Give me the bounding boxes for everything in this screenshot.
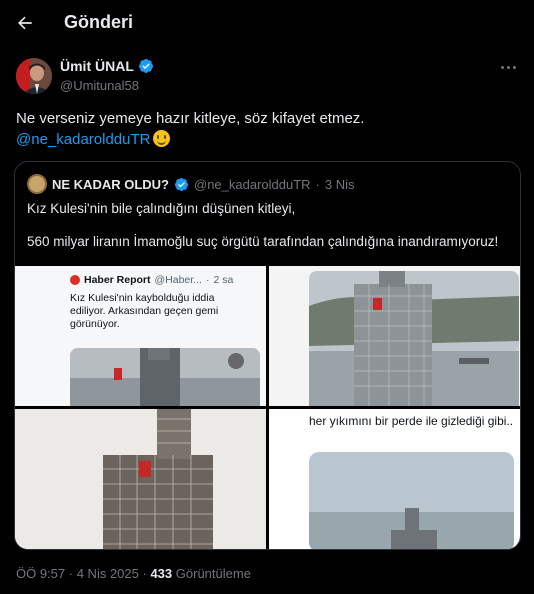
post-time[interactable]: ÖÖ 9:57 bbox=[16, 566, 65, 581]
post-text: Ne verseniz yemeye hazır kitleye, söz ki… bbox=[16, 108, 516, 150]
separator-dot: · bbox=[315, 176, 320, 192]
author-name[interactable]: Ümit ÜNAL bbox=[60, 58, 134, 74]
back-button[interactable] bbox=[14, 12, 36, 34]
author-avatar[interactable] bbox=[16, 58, 52, 94]
quoted-author-name: NE KADAR OLDU? bbox=[52, 176, 169, 192]
embedded-source-time: 2 sa bbox=[213, 274, 234, 286]
media-image-3[interactable] bbox=[15, 409, 266, 549]
post-date[interactable]: 4 Nis 2025 bbox=[77, 566, 139, 581]
views-count: 433 bbox=[150, 566, 173, 581]
tower-photo-image bbox=[309, 452, 514, 549]
views-label: Görüntüleme bbox=[175, 566, 251, 581]
post-meta: ÖÖ 9:57 · 4 Nis 2025 · 433 Görüntüleme bbox=[16, 566, 251, 581]
media-grid: Haber Report @Haber... · 2 sa Kız Kulesi… bbox=[15, 266, 520, 549]
embedded-post-text: Kız Kulesi'nin kaybolduğu iddia ediliyor… bbox=[70, 292, 219, 330]
mention-link[interactable]: @ne_kadaroldduTR bbox=[16, 131, 150, 148]
top-bar: Gönderi bbox=[0, 0, 534, 46]
media-image-4[interactable]: her yıkımını bir perde ile gizlediği gib… bbox=[269, 409, 520, 549]
smiling-face-emoji-icon bbox=[153, 130, 171, 147]
quoted-post-header: NE KADAR OLDU? @ne_kadaroldduTR · 3 Nis bbox=[27, 174, 355, 194]
source-logo-icon bbox=[70, 275, 80, 285]
quoted-post[interactable]: NE KADAR OLDU? @ne_kadaroldduTR · 3 Nis … bbox=[14, 161, 521, 550]
more-options-button[interactable] bbox=[498, 60, 518, 74]
arrow-left-icon bbox=[18, 16, 32, 30]
quoted-post-time: 3 Nis bbox=[324, 176, 355, 192]
image-caption-text: her yıkımını bir perde ile gizlediği gib… bbox=[309, 414, 514, 428]
author-name-row: Ümit ÜNAL bbox=[60, 58, 154, 74]
quoted-author-avatar bbox=[27, 174, 47, 194]
verified-badge-icon bbox=[138, 59, 153, 73]
embedded-source-name: Haber Report bbox=[84, 274, 151, 286]
author-handle[interactable]: @Umitunal58 bbox=[60, 78, 139, 93]
quoted-paragraph-1: Kız Kulesi'nin bile çalındığını düşünen … bbox=[27, 201, 296, 216]
quoted-author-handle: @ne_kadaroldduTR bbox=[194, 176, 311, 192]
post-text-line: Ne verseniz yemeye hazır kitleye, söz ki… bbox=[16, 110, 365, 127]
quoted-post-text: Kız Kulesi'nin bile çalındığını düşünen … bbox=[27, 200, 517, 251]
page-title: Gönderi bbox=[64, 12, 134, 32]
embedded-source-handle: @Haber... bbox=[154, 274, 202, 286]
embedded-post-header: Haber Report @Haber... · 2 sa bbox=[70, 274, 265, 286]
verified-badge-icon bbox=[174, 177, 189, 191]
embedded-post-card: Haber Report @Haber... · 2 sa Kız Kulesi… bbox=[70, 274, 265, 406]
media-image-2[interactable] bbox=[269, 266, 520, 406]
media-image-1[interactable]: Haber Report @Haber... · 2 sa Kız Kulesi… bbox=[15, 266, 266, 406]
quoted-paragraph-2: 560 milyar liranın İmamoğlu suç örgütü t… bbox=[27, 234, 499, 249]
tower-photo-image bbox=[70, 348, 260, 406]
